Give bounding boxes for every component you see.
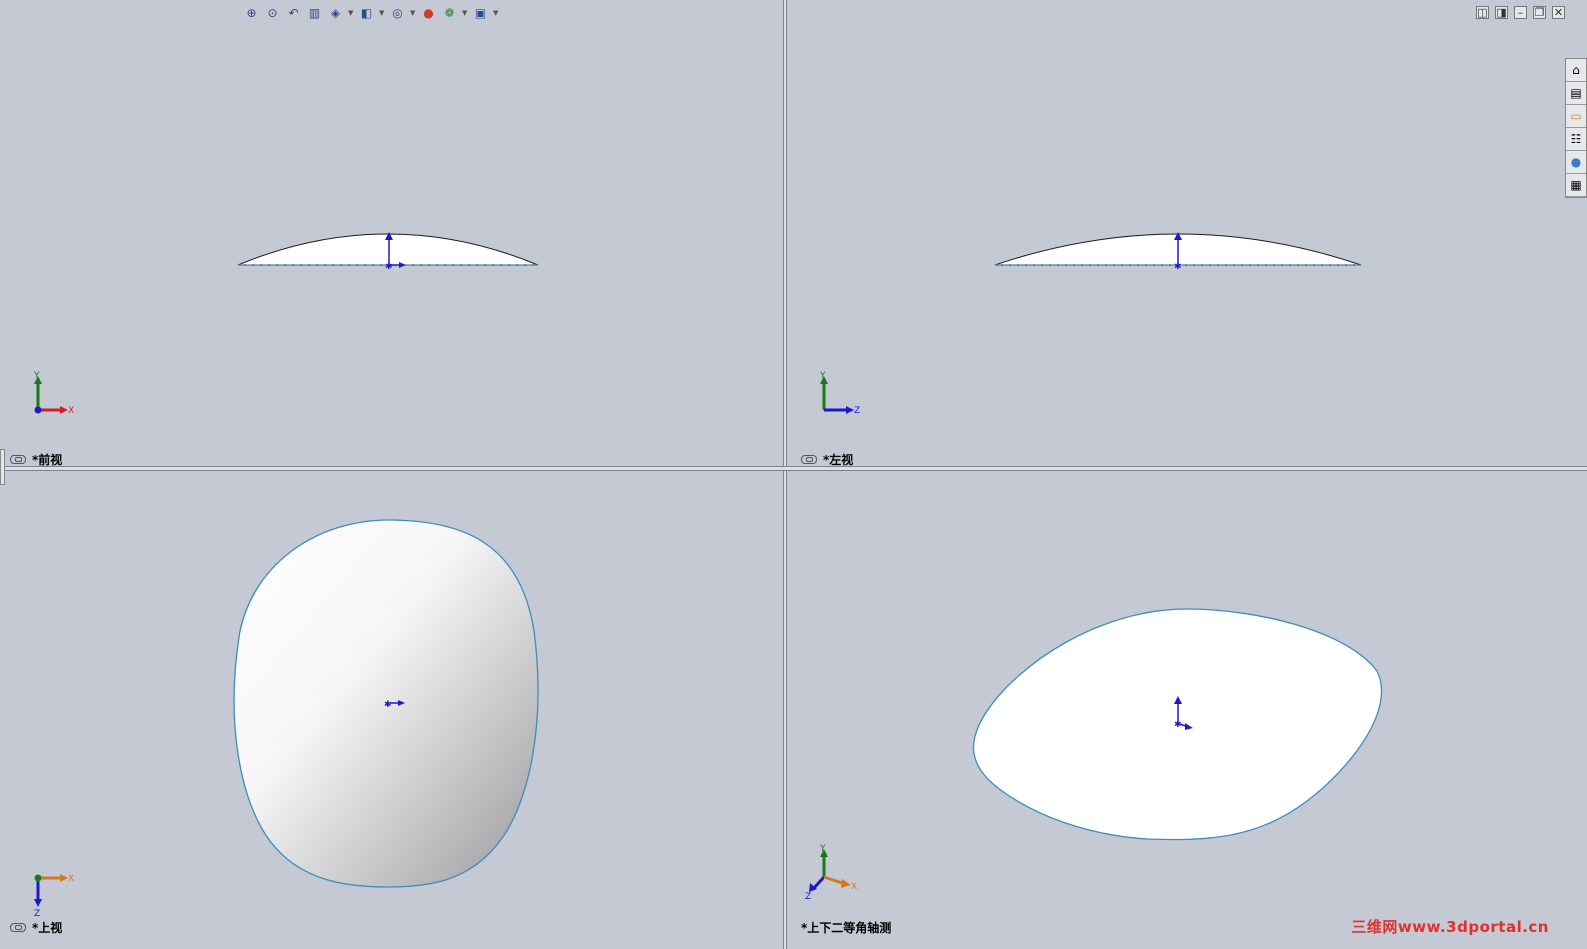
feature-tree-collapse-handle[interactable] <box>0 449 5 485</box>
file-explorer-icon[interactable]: ▭ <box>1566 105 1586 128</box>
view-settings-icon[interactable]: ▣ <box>472 5 489 22</box>
viewport-label-left: *左视 <box>801 451 853 466</box>
triad-label-z: Z <box>854 406 860 416</box>
triad-label-x: X <box>851 882 857 892</box>
viewport-label-top: *上视 <box>10 919 62 936</box>
triad-label-x: X <box>68 406 74 416</box>
viewport-left[interactable]: ✱ Y Z ◫ ◨ – ❐ ✕ ⌂ ▤ ▭ ☷ ● ▦ *左视 <box>787 0 1587 466</box>
hide-show-items-icon[interactable]: ◎ <box>389 5 406 22</box>
zoom-to-area-icon[interactable]: ⊙ <box>264 5 281 22</box>
viewport-label-front: *前视 <box>10 451 62 466</box>
heads-up-view-toolbar: ⊕ ⊙ ↶ ▥ ◈ ▼ ◧ ▼ ◎ ▼ ● ❁ ▼ ▣ ▼ <box>243 4 499 22</box>
view-name: *左视 <box>823 453 854 466</box>
viewport-splitter-horizontal[interactable] <box>0 466 1587 471</box>
triad-top: X Z <box>34 874 74 919</box>
edit-appearance-icon[interactable]: ● <box>420 5 437 22</box>
triad-label-x: X <box>68 874 74 884</box>
link-views-icon[interactable] <box>10 455 26 464</box>
display-style-icon[interactable]: ◧ <box>358 5 375 22</box>
triad-label-y: Y <box>819 844 826 854</box>
watermark: 三维网www.3dportal.cn <box>1351 918 1549 936</box>
triad-dimetric: Y Z X <box>805 844 857 902</box>
viewport-window-controls: ◫ ◨ – ❐ ✕ <box>1476 6 1565 19</box>
svg-text:✱: ✱ <box>385 262 393 272</box>
svg-text:✱: ✱ <box>384 700 392 710</box>
appearances-icon[interactable]: ● <box>1566 151 1586 174</box>
svg-text:✱: ✱ <box>1174 720 1182 730</box>
triad-label-y: Y <box>33 371 40 381</box>
left-view-canvas: ✱ Y Z <box>819 232 1362 416</box>
zoom-to-fit-icon[interactable]: ⊕ <box>243 5 260 22</box>
triad-label-y: Y <box>819 371 826 381</box>
toggle-viewports-icon[interactable]: ◨ <box>1495 6 1508 19</box>
link-views-icon[interactable] <box>801 455 817 464</box>
chevron-down-icon[interactable]: ▼ <box>348 9 354 17</box>
viewport-dimetric[interactable]: ✱ Y Z X *上下二等角轴测 三维网www.3dportal.cn <box>787 471 1587 949</box>
restore-button[interactable]: ❐ <box>1533 6 1546 19</box>
top-view-canvas: ✱ X Z <box>34 519 539 919</box>
apply-scene-icon[interactable]: ❁ <box>441 5 458 22</box>
link-viewports-icon[interactable]: ◫ <box>1476 6 1489 19</box>
svg-text:✱: ✱ <box>1174 262 1182 272</box>
link-views-icon[interactable] <box>10 923 26 932</box>
custom-properties-icon[interactable]: ▦ <box>1566 174 1586 197</box>
close-button[interactable]: ✕ <box>1552 6 1565 19</box>
previous-view-icon[interactable]: ↶ <box>285 5 302 22</box>
view-name: *上视 <box>32 921 63 935</box>
minimize-button[interactable]: – <box>1514 6 1527 19</box>
solidworks-resources-icon[interactable]: ⌂ <box>1566 59 1586 82</box>
view-name: *前视 <box>32 453 63 466</box>
viewport-front[interactable]: ✱ Y X ⊕ ⊙ ↶ ▥ ◈ ▼ ◧ ▼ ◎ ▼ ● ❁ ▼ ▣ ▼ *前视 <box>0 0 783 466</box>
triad-label-z: Z <box>34 909 40 919</box>
viewport-splitter-vertical[interactable] <box>783 0 787 949</box>
triad-label-z: Z <box>805 892 811 902</box>
front-view-canvas: ✱ Y X <box>33 232 539 416</box>
task-pane-tabs: ⌂ ▤ ▭ ☷ ● ▦ <box>1565 58 1587 198</box>
triad-left: Y Z <box>819 371 860 416</box>
chevron-down-icon[interactable]: ▼ <box>493 9 499 17</box>
view-name: *上下二等角轴测 <box>801 921 892 935</box>
chevron-down-icon[interactable]: ▼ <box>410 9 416 17</box>
view-palette-icon[interactable]: ☷ <box>1566 128 1586 151</box>
viewport-top[interactable]: ✱ X Z *上视 <box>0 471 783 949</box>
view-orientation-icon[interactable]: ◈ <box>327 5 344 22</box>
viewport-label-dimetric: *上下二等角轴测 <box>801 919 891 936</box>
design-library-icon[interactable]: ▤ <box>1566 82 1586 105</box>
chevron-down-icon[interactable]: ▼ <box>379 9 385 17</box>
dimetric-view-canvas: ✱ Y Z X <box>805 608 1383 902</box>
chevron-down-icon[interactable]: ▼ <box>462 9 468 17</box>
section-view-icon[interactable]: ▥ <box>306 5 323 22</box>
triad-front: Y X <box>33 371 74 416</box>
